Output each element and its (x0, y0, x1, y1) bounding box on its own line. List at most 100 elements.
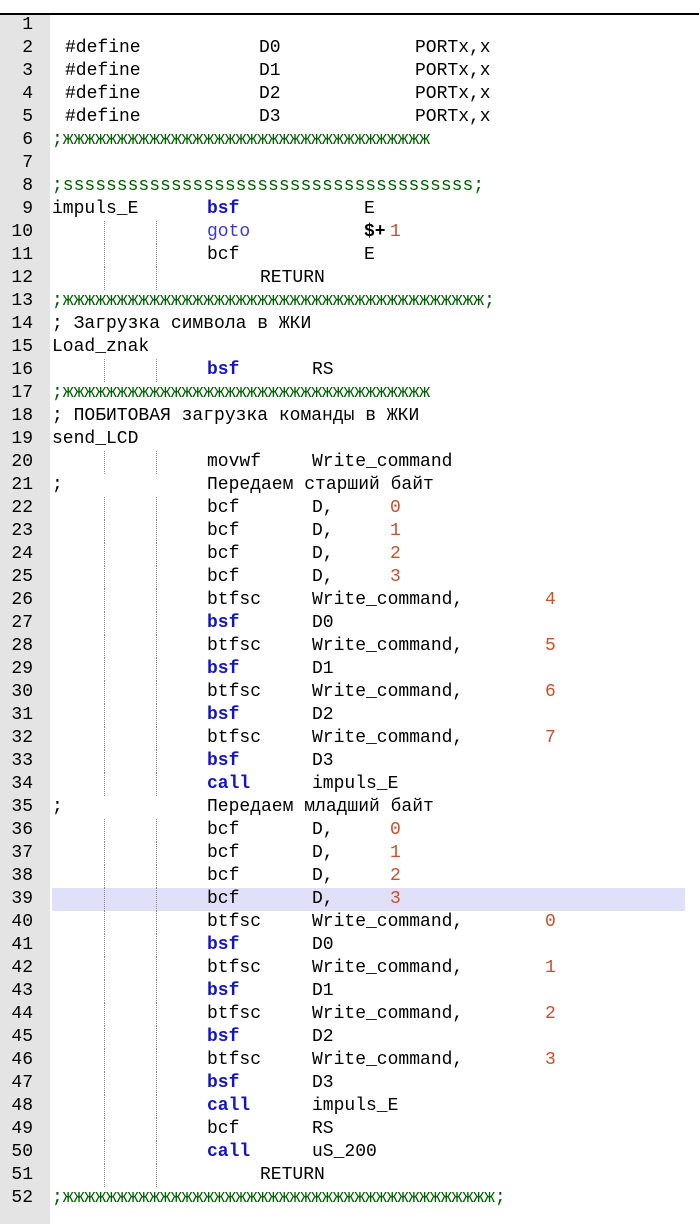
line-text[interactable]: btfsc Write_command, 6 (52, 681, 685, 704)
code-line[interactable]: 43 bsf D1 (0, 980, 699, 1003)
code-line[interactable]: 37 bcf D, 1 (0, 842, 699, 865)
code-line[interactable]: 5 #define D3 PORTx,x (0, 106, 699, 129)
code-line[interactable]: 16 bsf RS (0, 359, 699, 382)
code-line[interactable]: 13 ;жжжжжжжжжжжжжжжжжжжжжжжжжжжжжжжжжжжжж… (0, 290, 699, 313)
line-text[interactable]: ; ПОБИТОВАЯ загрузка команды в ЖКИ (52, 405, 685, 428)
code-line[interactable]: 30 btfsc Write_command, 6 (0, 681, 699, 704)
line-text[interactable]: #define D3 PORTx,x (52, 106, 685, 129)
code-line[interactable]: 6 ;жжжжжжжжжжжжжжжжжжжжжжжжжжжжжжжжжж (0, 129, 699, 152)
line-text[interactable]: ;жжжжжжжжжжжжжжжжжжжжжжжжжжжжжжжжжжжжжжж… (52, 1187, 685, 1210)
line-text[interactable]: bcf D, 2 (52, 865, 685, 888)
code-line[interactable]: 52 ;жжжжжжжжжжжжжжжжжжжжжжжжжжжжжжжжжжжжж… (0, 1187, 699, 1210)
line-text[interactable]: bcf D, 1 (52, 842, 685, 865)
code-line[interactable]: 22 bcf D, 0 (0, 497, 699, 520)
line-text[interactable]: bcf D, 3 (52, 566, 685, 589)
line-text[interactable]: bcf E (52, 244, 685, 267)
line-text[interactable]: bsf D2 (52, 704, 685, 727)
line-text[interactable]: Load_znak (52, 336, 685, 359)
line-text[interactable]: call impuls_E (52, 773, 685, 796)
code-line[interactable]: 50 call uS_200 (0, 1141, 699, 1164)
line-text[interactable]: bsf D1 (52, 658, 685, 681)
code-line[interactable]: 31 bsf D2 (0, 704, 699, 727)
code-line[interactable]: 45 bsf D2 (0, 1026, 699, 1049)
line-text[interactable]: bcf D, 0 (52, 497, 685, 520)
line-text[interactable]: bsf D0 (52, 934, 685, 957)
code-line[interactable]: 8 ;ssssssssssssssssssssssssssssssssssssss… (0, 175, 699, 198)
code-line[interactable]: 51 RETURN (0, 1164, 699, 1187)
code-line[interactable]: 9 impuls_E bsf E (0, 198, 699, 221)
code-line[interactable]: 2 #define D0 PORTx,x (0, 37, 699, 60)
code-line[interactable]: 17 ;жжжжжжжжжжжжжжжжжжжжжжжжжжжжжжжжжж (0, 382, 699, 405)
code-line[interactable]: 49 bcf RS (0, 1118, 699, 1141)
code-line[interactable]: 27 bsf D0 (0, 612, 699, 635)
line-text[interactable]: ; Передаем младший байт (52, 796, 685, 819)
line-text[interactable]: impuls_E bsf E (52, 198, 685, 221)
code-line[interactable]: 29 bsf D1 (0, 658, 699, 681)
code-line[interactable]: 15 Load_znak (0, 336, 699, 359)
code-line[interactable]: 21; Передаем старший байт (0, 474, 699, 497)
line-text[interactable]: ;жжжжжжжжжжжжжжжжжжжжжжжжжжжжжжжжжж (52, 129, 685, 152)
line-text[interactable]: ;жжжжжжжжжжжжжжжжжжжжжжжжжжжжжжжжжж (52, 382, 685, 405)
line-text[interactable]: btfsc Write_command, 4 (52, 589, 685, 612)
code-line[interactable]: 38 bcf D, 2 (0, 865, 699, 888)
line-text[interactable]: bcf D, 1 (52, 520, 685, 543)
code-line[interactable]: 19 send_LCD (0, 428, 699, 451)
line-text[interactable]: bsf D0 (52, 612, 685, 635)
code-line[interactable]: 26 btfsc Write_command, 4 (0, 589, 699, 612)
line-text[interactable]: bsf D3 (52, 750, 685, 773)
line-text[interactable]: ;ssssssssssssssssssssssssssssssssssssss; (52, 175, 685, 198)
code-line[interactable]: 24 bcf D, 2 (0, 543, 699, 566)
line-text[interactable] (52, 152, 685, 175)
line-text[interactable]: call impuls_E (52, 1095, 685, 1118)
line-text[interactable]: bcf RS (52, 1118, 685, 1141)
code-line[interactable]: 39 bcf D, 3 (0, 888, 699, 911)
code-line[interactable]: 12 RETURN (0, 267, 699, 290)
code-line[interactable]: 33 bsf D3 (0, 750, 699, 773)
line-text[interactable]: send_LCD (52, 428, 685, 451)
code-line[interactable]: 1 (0, 14, 699, 37)
line-text[interactable]: RETURN (52, 267, 685, 290)
code-line[interactable]: 11 bcf E (0, 244, 699, 267)
line-text[interactable]: movwf Write_command (52, 451, 685, 474)
line-text[interactable]: #define D0 PORTx,x (52, 37, 685, 60)
code-line[interactable]: 7 (0, 152, 699, 175)
line-text[interactable] (52, 14, 685, 37)
code-line[interactable]: 42 btfsc Write_command, 1 (0, 957, 699, 980)
code-line[interactable]: 18 ; ПОБИТОВАЯ загрузка команды в ЖКИ (0, 405, 699, 428)
code-line[interactable]: 32 btfsc Write_command, 7 (0, 727, 699, 750)
code-line[interactable]: 3 #define D1 PORTx,x (0, 60, 699, 83)
code-line[interactable]: 25 bcf D, 3 (0, 566, 699, 589)
line-text[interactable]: ; Загрузка символа в ЖКИ (52, 313, 685, 336)
line-text[interactable]: btfsc Write_command, 5 (52, 635, 685, 658)
line-text[interactable]: bsf RS (52, 359, 685, 382)
line-text[interactable]: ; Передаем старший байт (52, 474, 685, 497)
line-text[interactable]: bsf D2 (52, 1026, 685, 1049)
code-editor[interactable]: 1 2 #define D0 PORTx,x 3 #define D1 PORTx,x 4 #def… (0, 0, 699, 1224)
code-line[interactable]: 44 btfsc Write_command, 2 (0, 1003, 699, 1026)
code-line[interactable]: 28 btfsc Write_command, 5 (0, 635, 699, 658)
code-line[interactable]: 41 bsf D0 (0, 934, 699, 957)
code-line[interactable]: 48 call impuls_E (0, 1095, 699, 1118)
line-text[interactable]: bsf D3 (52, 1072, 685, 1095)
code-line[interactable]: 10 goto $+ 1 (0, 221, 699, 244)
line-text[interactable]: btfsc Write_command, 7 (52, 727, 685, 750)
code-line[interactable]: 40 btfsc Write_command, 0 (0, 911, 699, 934)
code-line[interactable]: 34 call impuls_E (0, 773, 699, 796)
line-text[interactable]: bsf D1 (52, 980, 685, 1003)
line-text[interactable]: RETURN (52, 1164, 685, 1187)
line-text[interactable]: call uS_200 (52, 1141, 685, 1164)
line-text[interactable]: btfsc Write_command, 2 (52, 1003, 685, 1026)
code-line[interactable]: 36 bcf D, 0 (0, 819, 699, 842)
code-line[interactable]: 4 #define D2 PORTx,x (0, 83, 699, 106)
line-text[interactable]: bcf D, 3 (52, 888, 685, 911)
line-text[interactable]: btfsc Write_command, 0 (52, 911, 685, 934)
line-text[interactable]: btfsc Write_command, 1 (52, 957, 685, 980)
code-line[interactable]: 23 bcf D, 1 (0, 520, 699, 543)
code-lines[interactable]: 1 2 #define D0 PORTx,x 3 #define D1 PORTx,x 4 #def… (0, 14, 699, 1210)
line-text[interactable]: ;жжжжжжжжжжжжжжжжжжжжжжжжжжжжжжжжжжжжжжж… (52, 290, 685, 313)
code-line[interactable]: 47 bsf D3 (0, 1072, 699, 1095)
line-text[interactable]: goto $+ 1 (52, 221, 685, 244)
line-text[interactable]: bcf D, 0 (52, 819, 685, 842)
code-line[interactable]: 20 movwf Write_command (0, 451, 699, 474)
line-text[interactable]: btfsc Write_command, 3 (52, 1049, 685, 1072)
